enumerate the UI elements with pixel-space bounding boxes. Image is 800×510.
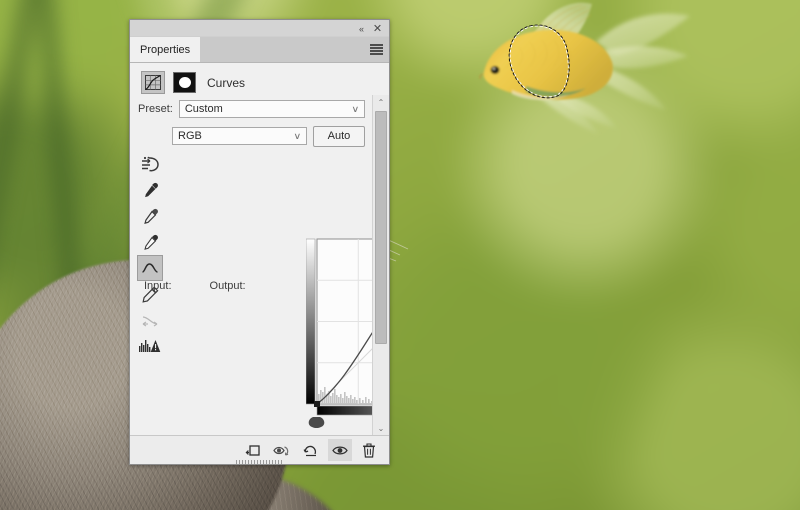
curves-tool-column (136, 151, 164, 359)
panel-titlebar: « ✕ (130, 20, 389, 37)
chevron-down-icon: ∨ (293, 130, 302, 141)
output-label: Output: (209, 280, 246, 292)
delete-adjustment-button[interactable] (357, 439, 381, 461)
preset-label: Preset: (138, 103, 173, 115)
layer-mask-thumbnail[interactable] (173, 72, 196, 93)
channel-value: RGB (178, 130, 202, 142)
curves-adjustment-icon[interactable] (141, 71, 165, 94)
preset-row: Preset: Custom ∨ (130, 95, 373, 123)
clip-to-layer-button[interactable] (241, 439, 265, 461)
input-output-row: Input: Output: (144, 280, 246, 292)
panel-scroll-content: Preset: Custom ∨ RGB ∨ Auto Input: Outpu… (130, 95, 373, 435)
panel-tab-strip: Properties (130, 37, 389, 63)
scrollbar-thumb[interactable] (375, 111, 387, 344)
curve-control-point-black (314, 401, 320, 407)
panel-footer (130, 435, 389, 464)
panel-body: Curves Preset: Custom ∨ RGB ∨ Auto Input… (130, 63, 389, 464)
black-point-slider (308, 417, 325, 428)
document-canvas[interactable] (0, 0, 800, 510)
panel-resize-grip[interactable] (235, 460, 284, 464)
view-previous-state-button[interactable] (270, 439, 294, 461)
panel-menu-icon[interactable] (370, 44, 383, 55)
eyedropper-white-point-icon[interactable] (137, 229, 163, 255)
histogram-options-icon[interactable] (137, 333, 163, 359)
properties-panel[interactable]: « ✕ Properties Curves Preset: Custom ∨ R… (129, 19, 390, 465)
preset-select[interactable]: Custom ∨ (178, 100, 365, 118)
input-gradient-strip (316, 405, 373, 416)
channel-select[interactable]: RGB ∨ (172, 127, 307, 145)
close-panel-icon[interactable]: ✕ (371, 22, 384, 35)
panel-scrollbar[interactable]: ⌃ ⌄ (372, 95, 389, 435)
scrollbar-track[interactable] (373, 109, 389, 421)
preset-value: Custom (184, 103, 223, 115)
output-gradient-strip (306, 238, 316, 405)
on-image-adjustment-icon[interactable] (137, 151, 163, 177)
auto-button[interactable]: Auto (313, 125, 365, 147)
adjustment-header: Curves (130, 63, 389, 99)
eyedropper-gray-point-icon[interactable] (137, 203, 163, 229)
input-label: Input: (144, 280, 172, 292)
reset-adjustment-button[interactable] (299, 439, 323, 461)
tab-properties[interactable]: Properties (130, 37, 201, 62)
chevron-down-icon: ∨ (351, 103, 360, 114)
collapse-panel-icon[interactable]: « (354, 22, 367, 35)
channel-row: RGB ∨ Auto (130, 123, 373, 149)
toggle-layer-visibility-button[interactable] (328, 439, 352, 461)
tab-properties-label: Properties (140, 43, 191, 56)
curves-graph[interactable] (306, 232, 373, 428)
adjustment-title: Curves (207, 75, 246, 90)
scroll-down-arrow-icon[interactable]: ⌄ (373, 421, 389, 435)
mask-shape (178, 77, 191, 88)
goldfish-subject (479, 2, 690, 134)
smooth-curve-icon[interactable] (137, 307, 163, 333)
curve-edit-point-icon[interactable] (137, 255, 163, 281)
eyedropper-black-point-icon[interactable] (137, 177, 163, 203)
scroll-up-arrow-icon[interactable]: ⌃ (373, 95, 389, 109)
